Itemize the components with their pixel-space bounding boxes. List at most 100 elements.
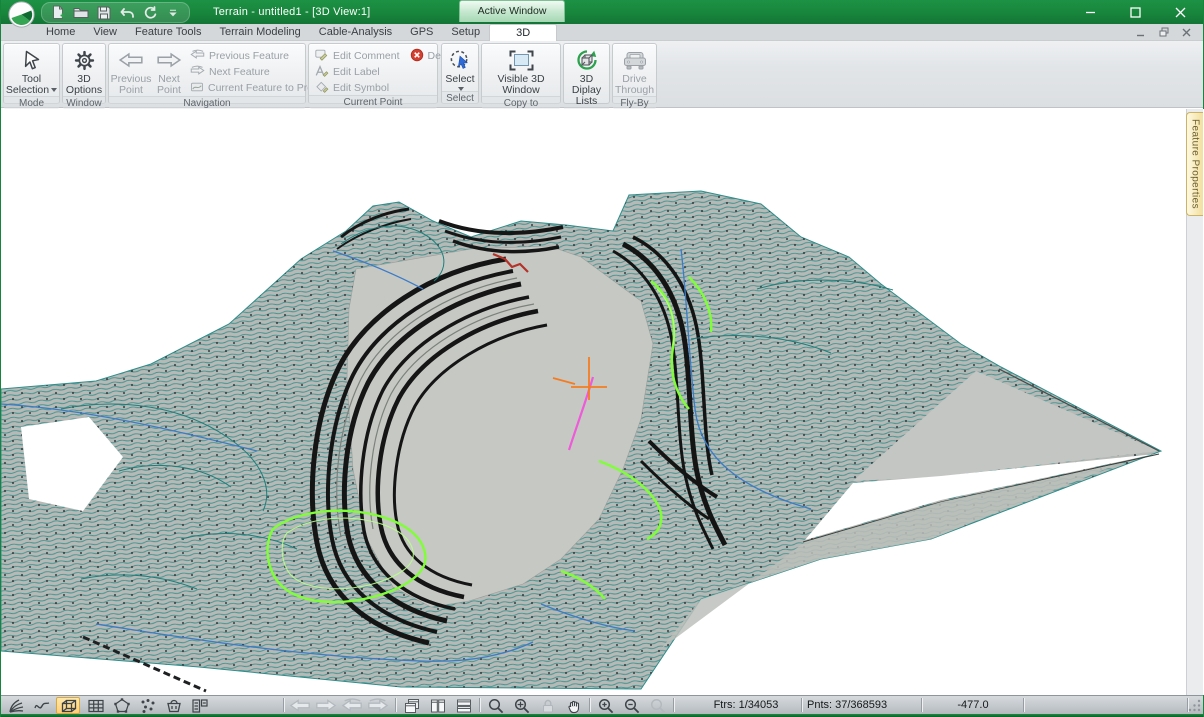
statusbar-separator <box>801 698 803 712</box>
contour-fan-button[interactable] <box>4 697 28 714</box>
grid-table-button[interactable] <box>84 697 108 714</box>
tile-vertical-button[interactable] <box>426 697 450 714</box>
customize-caret-icon[interactable] <box>165 5 181 21</box>
tool-selection-button[interactable]: Tool Selection <box>6 46 58 96</box>
lock-icon[interactable] <box>536 697 560 714</box>
minimize-button[interactable] <box>1068 0 1113 24</box>
zoom-previous-button[interactable] <box>646 697 670 714</box>
next-point-button[interactable]: Next Point <box>152 46 186 96</box>
child-minimize-button[interactable] <box>1132 25 1149 39</box>
edit-comment-button[interactable]: Edit Comment <box>314 49 400 63</box>
terrain-3d-render <box>1 109 1204 695</box>
child-close-button[interactable] <box>1178 25 1195 39</box>
previous-feature-button[interactable]: Previous Feature <box>190 49 326 63</box>
zoom-in-button[interactable] <box>594 697 618 714</box>
3d-display-lists-button[interactable]: 3D Diplay Lists <box>564 46 609 107</box>
cascade-windows-button[interactable] <box>400 697 424 714</box>
new-file-icon[interactable] <box>50 5 66 21</box>
ribbon-tab-row: Home View Feature Tools Terrain Modeling… <box>1 24 1203 41</box>
3d-options-button[interactable]: 3D Options <box>63 46 105 96</box>
previous-feature-nav-button[interactable] <box>340 697 364 714</box>
close-button[interactable] <box>1158 0 1203 24</box>
app-logo-icon[interactable] <box>8 1 35 28</box>
delete-icon <box>410 48 424 65</box>
previous-point-label: Previous Point <box>111 74 152 96</box>
group-label-window: Window <box>63 96 105 110</box>
elevation-readout: -477.0 <box>923 696 1023 714</box>
zoom-select-button[interactable] <box>484 697 508 714</box>
status-bar: Ftrs: 1/34053 Pnts: 37/368593 -477.0 <box>1 695 1203 714</box>
big-arrow-right-icon <box>156 47 182 73</box>
edit-symbol-button[interactable]: Edit Symbol <box>314 81 458 95</box>
select-label: Select <box>445 74 474 85</box>
redo-icon[interactable] <box>142 5 158 21</box>
zoom-out-button[interactable] <box>620 697 644 714</box>
gear-icon <box>73 47 96 73</box>
feature-properties-tab-label: Feature Properties <box>1190 119 1201 209</box>
3d-display-lists-label: 3D Diplay Lists <box>564 74 609 107</box>
window-title: Terrain - untitled1 - [3D View:1] <box>213 0 370 24</box>
child-window-controls <box>1132 25 1195 39</box>
profile-wave-button[interactable] <box>30 697 54 714</box>
group-label-select: Select <box>442 91 478 105</box>
ribbon: Tool Selection Mode 3D Options Window Pr… <box>1 41 1203 108</box>
statusbar-separator <box>589 698 591 712</box>
edit-label-label: Edit Label <box>333 66 380 78</box>
select-lasso-cursor-icon <box>449 47 472 73</box>
title-bar: Terrain - untitled1 - [3D View:1] Active… <box>1 0 1203 24</box>
capture-window-icon <box>508 47 535 73</box>
tab-terrain-modeling[interactable]: Terrain Modeling <box>210 24 309 41</box>
visible-3d-window-button[interactable]: Visible 3D Window <box>486 46 556 96</box>
tab-view[interactable]: View <box>84 24 126 41</box>
tab-setup[interactable]: Setup <box>442 24 489 41</box>
drive-through-button[interactable]: Drive Through <box>613 46 656 96</box>
select-button[interactable]: Select <box>442 46 478 91</box>
group-current-point: Edit Comment Delete Edit Label Edit Sy <box>308 43 438 104</box>
polygon-select-button[interactable] <box>110 697 134 714</box>
point-cloud-button[interactable] <box>136 697 160 714</box>
cursor-arrow-icon <box>21 47 43 73</box>
tool-selection-label: Tool Selection <box>6 74 58 96</box>
undo-icon[interactable] <box>119 5 135 21</box>
next-feature-button[interactable]: Next Feature <box>190 65 326 79</box>
child-restore-button[interactable] <box>1155 25 1172 39</box>
statusbar-separator <box>673 698 675 712</box>
tab-home[interactable]: Home <box>37 24 84 41</box>
maximize-button[interactable] <box>1113 0 1158 24</box>
display-lists-refresh-icon <box>575 47 599 73</box>
3d-viewport[interactable] <box>1 109 1204 695</box>
tab-cable-analysis[interactable]: Cable-Analysis <box>310 24 401 41</box>
features-count: Ftrs: 1/34053 <box>691 696 801 714</box>
previous-point-nav-button[interactable] <box>288 697 312 714</box>
next-feature-nav-button[interactable] <box>366 697 390 714</box>
open-folder-icon[interactable] <box>73 5 89 21</box>
basket-button[interactable] <box>162 697 186 714</box>
group-fly-by: Drive Through Fly-By <box>612 43 657 104</box>
tab-feature-tools[interactable]: Feature Tools <box>126 24 210 41</box>
pan-hand-button[interactable] <box>562 697 586 714</box>
app-window: Terrain - untitled1 - [3D View:1] Active… <box>0 0 1204 717</box>
tab-3d[interactable]: 3D <box>489 24 557 41</box>
tab-gps[interactable]: GPS <box>401 24 442 41</box>
visible-3d-window-label: Visible 3D Window <box>486 74 556 96</box>
feature-properties-tab[interactable]: Feature Properties <box>1186 112 1203 216</box>
car-icon <box>622 47 648 73</box>
edit-label-icon <box>314 64 329 81</box>
current-feature-to-profile-button[interactable]: Current Feature to Profile <box>190 81 326 95</box>
next-point-nav-button[interactable] <box>314 697 338 714</box>
edit-label-button[interactable]: Edit Label <box>314 65 458 79</box>
zoom-extents-button[interactable] <box>510 697 534 714</box>
tile-horizontal-button[interactable] <box>452 697 476 714</box>
profile-icon <box>190 81 204 96</box>
next-feature-icon <box>190 65 205 79</box>
group-label-mode: Mode <box>4 96 59 110</box>
previous-point-button[interactable]: Previous Point <box>112 46 150 96</box>
statusbar-separator <box>479 698 481 712</box>
group-update: 3D Diplay Lists Update <box>563 43 610 104</box>
statusbar-separator <box>395 698 397 712</box>
previous-feature-icon <box>190 49 205 63</box>
display-panels-button[interactable] <box>188 697 212 714</box>
statusbar-separator <box>283 698 285 712</box>
save-icon[interactable] <box>96 5 112 21</box>
3d-view-button[interactable] <box>56 697 80 714</box>
